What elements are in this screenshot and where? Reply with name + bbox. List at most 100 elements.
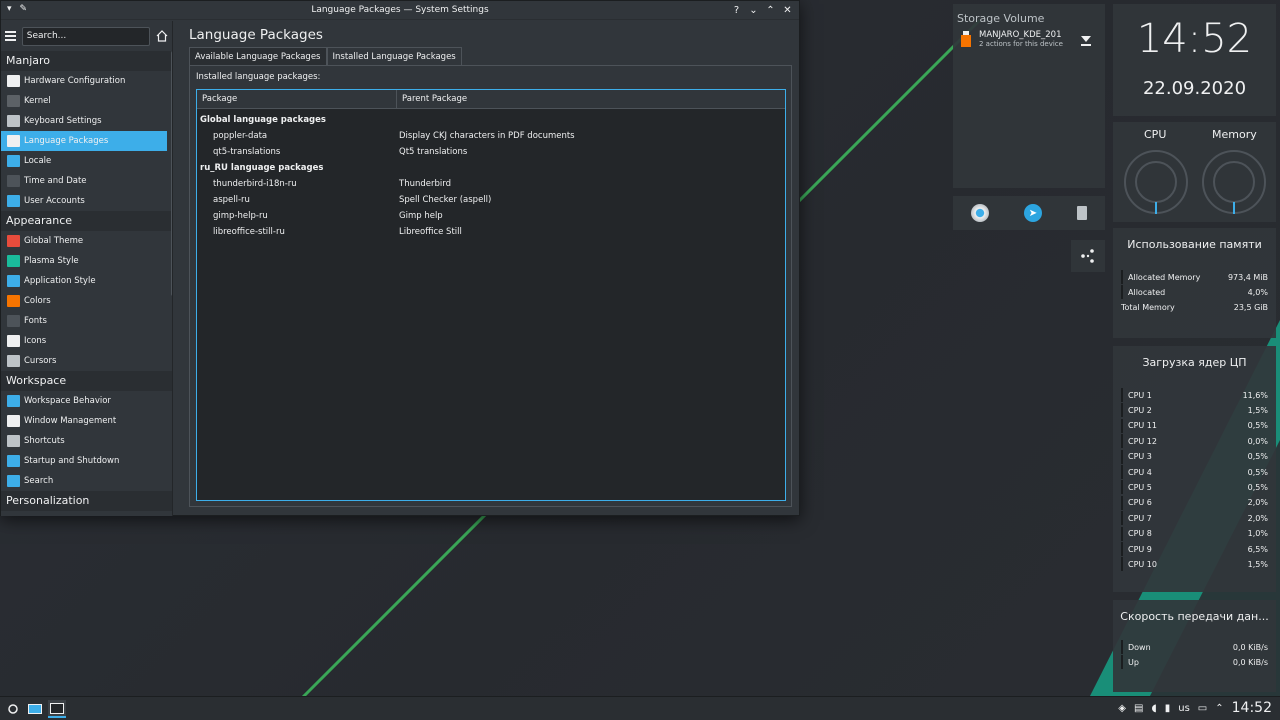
pager-icon[interactable] — [26, 700, 44, 718]
cpu-gauge — [1124, 150, 1188, 214]
taskbar-clock[interactable]: 14:52 — [1232, 700, 1272, 716]
cpu-memory-gauges-widget: CPU Memory — [1113, 122, 1276, 222]
sidebar-item-keyboard-settings[interactable]: Keyboard Settings — [1, 111, 167, 131]
sidebar-item-startup-and-shutdown[interactable]: Startup and Shutdown — [1, 451, 167, 471]
device-name: MANJARO_KDE_201 — [979, 30, 1062, 40]
tab-installed-language-packages[interactable]: Installed Language Packages — [326, 47, 462, 66]
monitor-icon[interactable]: ▭ — [1198, 703, 1207, 714]
close-button[interactable]: ✕ — [780, 3, 795, 18]
sidebar-item-fonts[interactable]: Fonts — [1, 311, 167, 331]
sidebar-scrollbar[interactable] — [171, 51, 172, 296]
global-theme-icon — [7, 235, 20, 247]
tree-row[interactable]: thunderbird-i18n-ru Thunderbird — [197, 176, 785, 192]
sidebar-item-global-theme[interactable]: Global Theme — [1, 231, 167, 251]
storage-volume-widget: Storage Volume MANJARO_KDE_201 2 actions… — [953, 4, 1105, 188]
tree-group-row[interactable]: ru_RU language packages — [197, 160, 785, 176]
telegram-icon[interactable]: ➤ — [1023, 204, 1042, 222]
clock-time: 14:52 — [1136, 16, 1253, 62]
sidebar-item-language-packages[interactable]: Language Packages — [1, 131, 167, 151]
window-titlebar[interactable]: ▾ ✎ Language Packages — System Settings … — [1, 1, 799, 20]
sidebar-item-locale[interactable]: Locale — [1, 151, 167, 171]
cpu-core-label: CPU 7 — [1128, 513, 1152, 523]
window-icon — [7, 415, 20, 427]
sidebar-item-label: Time and Date — [24, 176, 87, 186]
clipboard-icon[interactable]: ▤ — [1134, 703, 1143, 714]
sidebar-item-icons[interactable]: Icons — [1, 331, 167, 351]
column-header-package[interactable]: Package — [197, 90, 397, 108]
shield-icon[interactable]: ◈ — [1118, 703, 1126, 714]
sidebar-item-label: Workspace Behavior — [24, 396, 111, 406]
battery-icon[interactable]: ▮ — [1165, 703, 1171, 714]
user-icon — [7, 195, 20, 207]
cursor-icon — [7, 355, 20, 367]
colors-icon — [7, 295, 20, 307]
sidebar-item-cursors[interactable]: Cursors — [1, 351, 167, 371]
volume-icon[interactable]: ◖ — [1151, 703, 1156, 714]
home-icon[interactable] — [156, 28, 168, 44]
sidebar-item-label: User Accounts — [24, 196, 85, 206]
packages-tree-view[interactable]: Package Parent Package Global language p… — [196, 89, 786, 501]
sidebar-search-input[interactable] — [21, 26, 150, 46]
help-button[interactable]: ? — [729, 3, 744, 18]
sidebar-item-label: Global Theme — [24, 236, 84, 246]
tray-expand-icon[interactable]: ⌃ — [1215, 703, 1223, 714]
sidebar-item-hardware-configuration[interactable]: Hardware Configuration — [1, 71, 167, 91]
cpu-core-row: CPU 7 2,0% — [1121, 511, 1268, 526]
minimize-button[interactable]: ⌄ — [746, 3, 761, 18]
eject-icon[interactable] — [1080, 35, 1092, 49]
cpu-core-label: CPU 10 — [1128, 559, 1157, 569]
cpu-core-value: 1,5% — [1247, 405, 1268, 415]
cpu-core-value: 11,6% — [1242, 390, 1268, 400]
memory-usage-widget: Использование памяти Allocated Memory 973… — [1113, 228, 1276, 338]
cpu-core-label: CPU 8 — [1128, 529, 1152, 539]
sidebar-item-label: Plasma Style — [24, 256, 79, 266]
tab-available-language-packages[interactable]: Available Language Packages — [189, 47, 327, 66]
cpu-core-row: CPU 9 6,5% — [1121, 542, 1268, 556]
connect-dots-icon — [1081, 249, 1094, 263]
sidebar-item-kernel[interactable]: Kernel — [1, 91, 167, 111]
chromium-icon[interactable] — [970, 204, 989, 222]
sidebar-item-plasma-style[interactable]: Plasma Style — [1, 251, 167, 271]
sidebar-item-label: Hardware Configuration — [24, 76, 126, 86]
network-speed-title: Скорость передачи дан... — [1120, 610, 1269, 623]
cpu-core-value: 2,0% — [1247, 513, 1268, 523]
sidebar-item-label: Application Style — [24, 276, 96, 286]
sidebar-item-window-management[interactable]: Window Management — [1, 411, 167, 431]
package-name: thunderbird-i18n-ru — [213, 179, 297, 189]
keyboard-layout-indicator[interactable]: us — [1178, 703, 1190, 714]
maximize-button[interactable]: ⌃ — [763, 3, 778, 18]
tree-row[interactable]: poppler-data Display CKJ characters in PD… — [197, 128, 785, 144]
taskbar: ◈ ▤ ◖ ▮ us ▭ ⌃ 14:52 — [0, 696, 1280, 720]
clock-date: 22.09.2020 — [1142, 78, 1247, 99]
tree-row[interactable]: qt5-translations Qt5 translations — [197, 144, 785, 160]
sidebar-item-time-and-date[interactable]: Time and Date — [1, 171, 167, 191]
sidebar-item-colors[interactable]: Colors — [1, 291, 167, 311]
usb-icon[interactable] — [1077, 206, 1088, 220]
taskbar-system-settings-icon[interactable] — [48, 700, 66, 718]
sidebar-item-search[interactable]: Search — [1, 471, 167, 491]
package-name: poppler-data — [213, 131, 268, 141]
shortcuts-icon — [7, 435, 20, 447]
cpu-core-value: 1,0% — [1247, 529, 1268, 539]
sidebar-item-workspace-behavior[interactable]: Workspace Behavior — [1, 391, 167, 411]
column-header-parent-package[interactable]: Parent Package — [397, 90, 472, 108]
cpu-core-value: 2,0% — [1247, 498, 1268, 508]
tree-row[interactable]: libreoffice-still-ru Libreoffice Still — [197, 224, 785, 240]
memory-row: Total Memory 23,5 GiB — [1121, 302, 1268, 312]
cpu-core-label: CPU 2 — [1128, 405, 1152, 415]
device-item[interactable]: MANJARO_KDE_201 2 actions for this devic… — [959, 30, 1063, 48]
sidebar-item-application-style[interactable]: Application Style — [1, 271, 167, 291]
hamburger-menu-icon[interactable] — [5, 29, 16, 43]
sidebar-item-user-accounts[interactable]: User Accounts — [1, 191, 167, 211]
cpu-core-value: 1,5% — [1247, 559, 1268, 569]
sidebar-item-shortcuts[interactable]: Shortcuts — [1, 431, 167, 451]
tree-row[interactable]: aspell-ru Spell Checker (aspell) — [197, 192, 785, 208]
package-name: Global language packages — [200, 115, 326, 125]
application-launcher-icon[interactable] — [4, 700, 22, 718]
cpu-core-row: CPU 8 1,0% — [1121, 526, 1268, 541]
tree-group-row[interactable]: Global language packages — [197, 112, 785, 128]
widget-tools-button[interactable] — [1071, 240, 1105, 272]
parent-package: Libreoffice Still — [399, 227, 462, 237]
system-settings-window: ▾ ✎ Language Packages — System Settings … — [0, 0, 800, 516]
tree-row[interactable]: gimp-help-ru Gimp help — [197, 208, 785, 224]
